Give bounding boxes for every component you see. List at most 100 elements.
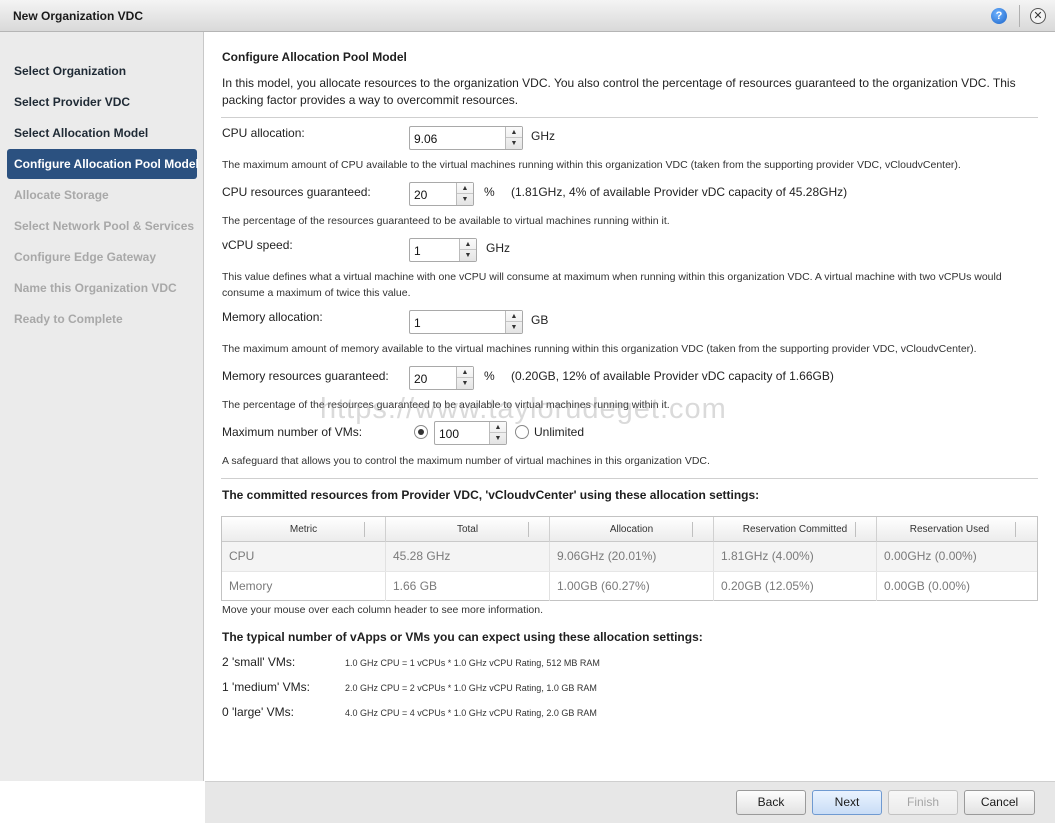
unlimited-label[interactable]: Unlimited: [534, 425, 584, 439]
increment-icon[interactable]: ▲: [460, 239, 476, 250]
max-vms-label: Maximum number of VMs:: [222, 425, 363, 439]
small-vms-label: 2 'small' VMs:: [222, 655, 296, 669]
committed-heading: The committed resources from Provider VD…: [222, 488, 760, 502]
step-ready-to-complete: Ready to Complete: [14, 312, 123, 326]
increment-icon[interactable]: ▲: [457, 183, 473, 194]
cancel-button[interactable]: Cancel: [964, 790, 1035, 815]
memory-allocation-stepper[interactable]: 1 ▲ ▼: [409, 310, 523, 334]
cpu-guaranteed-value[interactable]: 20: [414, 188, 427, 202]
table-header: Metric Total Allocation Reservation Comm…: [222, 517, 1037, 542]
column-header-reservation-committed[interactable]: Reservation Committed: [714, 517, 876, 542]
table-cell: 1.81GHz (4.00%): [721, 549, 814, 563]
table-cell: 1.00GB (60.27%): [557, 579, 650, 593]
table-cell: CPU: [229, 549, 255, 563]
table-hint: Move your mouse over each column header …: [222, 604, 543, 616]
decrement-icon[interactable]: ▼: [490, 433, 506, 444]
column-header-reservation-used[interactable]: Reservation Used: [877, 517, 1022, 542]
vcpu-speed-stepper[interactable]: 1 ▲ ▼: [409, 238, 477, 262]
cpu-allocation-unit: GHz: [531, 129, 555, 143]
table-cell: 0.00GHz (0.00%): [884, 549, 977, 563]
close-icon[interactable]: ✕: [1030, 8, 1046, 24]
memory-allocation-unit: GB: [531, 313, 549, 327]
increment-icon[interactable]: ▲: [506, 127, 522, 138]
stepper-buttons: ▲ ▼: [459, 239, 476, 261]
column-header-allocation[interactable]: Allocation: [550, 517, 713, 542]
large-vms-label: 0 'large' VMs:: [222, 705, 294, 719]
column-grip: [1015, 522, 1016, 537]
step-name-organization-vdc: Name this Organization VDC: [14, 281, 177, 295]
memory-allocation-help: The maximum amount of memory available t…: [222, 343, 977, 355]
increment-icon[interactable]: ▲: [457, 367, 473, 378]
stepper-buttons: ▲ ▼: [505, 311, 522, 333]
titlebar-divider: [1019, 5, 1020, 27]
step-allocate-storage: Allocate Storage: [14, 188, 109, 202]
table-cell: 0.00GB (0.00%): [884, 579, 971, 593]
dialog-title: New Organization VDC: [13, 9, 144, 23]
decrement-icon[interactable]: ▼: [457, 378, 473, 389]
cpu-guaranteed-unit: %: [484, 185, 495, 199]
max-vms-limit-radio[interactable]: [414, 425, 428, 439]
dialog-titlebar: New Organization VDC ? ✕: [0, 0, 1055, 32]
column-grip: [855, 522, 856, 537]
page-title: Configure Allocation Pool Model: [222, 50, 407, 64]
watermark: https://www.taylorudeget.com: [320, 393, 727, 425]
cpu-allocation-value[interactable]: 9.06: [414, 132, 437, 146]
finish-button: Finish: [888, 790, 958, 815]
decrement-icon[interactable]: ▼: [506, 322, 522, 333]
increment-icon[interactable]: ▲: [506, 311, 522, 322]
decrement-icon[interactable]: ▼: [460, 250, 476, 261]
max-vms-value[interactable]: 100: [439, 427, 459, 441]
memory-guaranteed-note: (0.20GB, 12% of available Provider vDC c…: [511, 369, 834, 383]
column-grip: [692, 522, 693, 537]
wizard-steps-sidebar: Select Organization Select Provider VDC …: [0, 32, 204, 781]
max-vms-help: A safeguard that allows you to control t…: [222, 455, 710, 467]
step-select-allocation-model[interactable]: Select Allocation Model: [7, 118, 197, 148]
vcpu-speed-help: This value defines what a virtual machin…: [222, 271, 1002, 299]
decrement-icon[interactable]: ▼: [506, 138, 522, 149]
cpu-guaranteed-help: The percentage of the resources guarante…: [222, 215, 670, 227]
step-select-provider-vdc[interactable]: Select Provider VDC: [7, 87, 197, 117]
table-cell: 1.66 GB: [393, 579, 438, 593]
column-header-metric[interactable]: Metric: [222, 517, 385, 542]
memory-guaranteed-value[interactable]: 20: [414, 372, 427, 386]
cpu-allocation-stepper[interactable]: 9.06 ▲ ▼: [409, 126, 523, 150]
intro-text: In this model, you allocate resources to…: [222, 76, 1016, 107]
cpu-allocation-label: CPU allocation:: [222, 126, 305, 140]
step-select-network-pool: Select Network Pool & Services: [14, 219, 195, 233]
large-vms-detail: 4.0 GHz CPU = 4 vCPUs * 1.0 GHz vCPU Rat…: [345, 708, 597, 718]
next-button[interactable]: Next: [812, 790, 882, 815]
table-cell: 9.06GHz (20.01%): [557, 549, 657, 563]
vcpu-speed-value[interactable]: 1: [414, 244, 421, 258]
divider: [221, 117, 1038, 118]
cpu-guaranteed-label: CPU resources guaranteed:: [222, 185, 371, 199]
memory-allocation-value[interactable]: 1: [414, 316, 421, 330]
back-button[interactable]: Back: [736, 790, 806, 815]
memory-allocation-label: Memory allocation:: [222, 310, 323, 324]
cpu-allocation-help: The maximum amount of CPU available to t…: [222, 159, 961, 171]
cpu-guaranteed-note: (1.81GHz, 4% of available Provider vDC c…: [511, 185, 848, 199]
unlimited-radio[interactable]: [515, 425, 529, 439]
step-configure-edge-gateway: Configure Edge Gateway: [14, 250, 157, 264]
column-header-total[interactable]: Total: [386, 517, 549, 542]
memory-guaranteed-stepper[interactable]: 20 ▲ ▼: [409, 366, 474, 390]
vcpu-speed-unit: GHz: [486, 241, 510, 255]
vcpu-speed-label: vCPU speed:: [222, 238, 293, 252]
committed-resources-table: Metric Total Allocation Reservation Comm…: [221, 516, 1038, 601]
divider: [221, 478, 1038, 479]
memory-guaranteed-label: Memory resources guaranteed:: [222, 369, 389, 383]
medium-vms-detail: 2.0 GHz CPU = 2 vCPUs * 1.0 GHz vCPU Rat…: [345, 683, 597, 693]
step-configure-allocation-pool-model[interactable]: Configure Allocation Pool Model: [7, 149, 199, 179]
table-row: Memory 1.66 GB 1.00GB (60.27%) 0.20GB (1…: [222, 571, 1037, 601]
medium-vms-label: 1 'medium' VMs:: [222, 680, 310, 694]
stepper-buttons: ▲ ▼: [456, 183, 473, 205]
table-cell: 45.28 GHz: [393, 549, 451, 563]
memory-guaranteed-unit: %: [484, 369, 495, 383]
small-vms-detail: 1.0 GHz CPU = 1 vCPUs * 1.0 GHz vCPU Rat…: [345, 658, 600, 668]
step-select-organization[interactable]: Select Organization: [7, 56, 197, 86]
decrement-icon[interactable]: ▼: [457, 194, 473, 205]
help-icon[interactable]: ?: [991, 8, 1007, 24]
typical-heading: The typical number of vApps or VMs you c…: [222, 630, 703, 644]
cpu-guaranteed-stepper[interactable]: 20 ▲ ▼: [409, 182, 474, 206]
column-grip: [528, 522, 529, 537]
stepper-buttons: ▲ ▼: [456, 367, 473, 389]
